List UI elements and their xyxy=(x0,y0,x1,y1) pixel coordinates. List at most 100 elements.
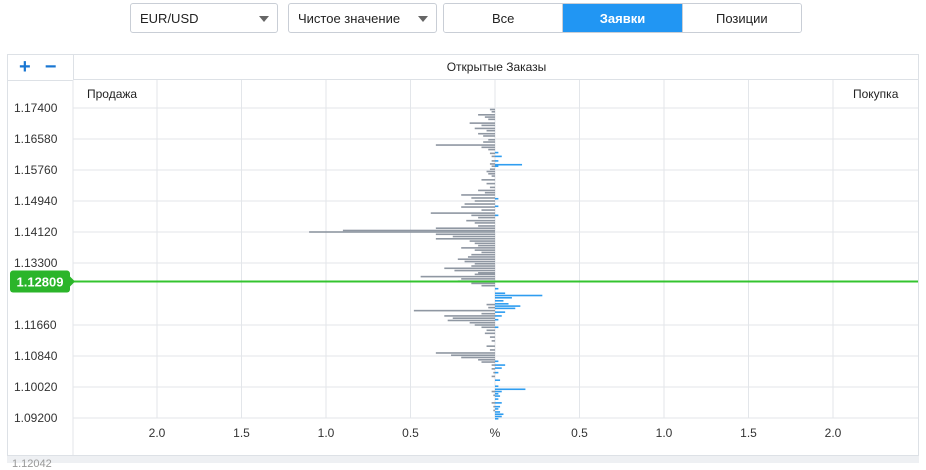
x-tick-label: 1.5 xyxy=(740,426,757,440)
sell-bar xyxy=(491,155,495,158)
sell-bar xyxy=(451,354,495,357)
buy-bar xyxy=(495,155,502,158)
sell-bar xyxy=(461,206,495,208)
sell-bar xyxy=(488,172,495,175)
sell-bar xyxy=(486,182,495,185)
buy-bar xyxy=(495,292,506,295)
sell-bar xyxy=(481,209,495,211)
sell-bar xyxy=(481,146,495,149)
sell-bar xyxy=(491,402,495,404)
sell-bar xyxy=(474,242,495,245)
sell-bar xyxy=(478,358,495,361)
buy-bar xyxy=(495,405,501,408)
sell-bar xyxy=(464,260,495,263)
order-book-chart[interactable]: 1.17400 1.16580 1.15760 1.14940 1.14120 1.133… xyxy=(0,0,926,463)
sell-bar xyxy=(493,394,495,397)
buy-bar xyxy=(495,294,543,297)
y-tick-label: 1.13300 xyxy=(14,256,58,270)
buy-bar xyxy=(495,205,499,208)
sell-bar xyxy=(489,168,495,171)
sell-bar xyxy=(484,116,495,118)
sell-bar xyxy=(491,364,495,366)
x-tick-label: 1.0 xyxy=(318,426,335,440)
footer-strip xyxy=(7,455,919,463)
y-tick-label: 1.09200 xyxy=(14,411,58,425)
sell-bar xyxy=(478,216,495,219)
sell-bar xyxy=(478,272,495,274)
sell-bar xyxy=(430,212,495,214)
sell-bar xyxy=(466,219,495,222)
sell-bar xyxy=(471,214,495,217)
sell-bar xyxy=(488,118,495,121)
sell-bar xyxy=(461,356,495,359)
x-tick-label: 0.5 xyxy=(402,426,419,440)
sell-bar xyxy=(461,278,495,280)
buy-bar xyxy=(495,151,499,154)
sell-bar xyxy=(435,227,495,230)
sell-bar xyxy=(491,175,495,177)
current-price-label: 1.12809 xyxy=(17,275,64,290)
buy-bar xyxy=(495,408,499,410)
sell-bar xyxy=(435,238,495,240)
sell-bar xyxy=(474,273,495,276)
sell-bar xyxy=(444,315,495,317)
buy-bar xyxy=(495,371,499,374)
sell-bar xyxy=(491,160,495,162)
buy-bar xyxy=(495,214,499,217)
sell-bar xyxy=(489,186,495,189)
sell-bar xyxy=(483,141,495,143)
sell-bar xyxy=(481,326,495,329)
buy-bar xyxy=(495,318,499,321)
y-tick-label: 1.14940 xyxy=(14,194,58,208)
sell-bar xyxy=(478,225,495,227)
sell-bar xyxy=(471,282,495,285)
buy-bar xyxy=(495,413,504,416)
sell-bar xyxy=(481,284,495,287)
sell-bar xyxy=(484,191,495,194)
sell-bar xyxy=(471,197,495,199)
sell-bar xyxy=(447,319,495,322)
y-tick-label: 1.10020 xyxy=(14,380,58,394)
sell-bar xyxy=(474,262,495,265)
sell-bar xyxy=(488,148,495,151)
sell-bar xyxy=(491,390,495,393)
sell-bar xyxy=(481,251,495,254)
y-tick-label: 1.14120 xyxy=(14,225,58,239)
buy-bar xyxy=(495,379,501,381)
buy-bar xyxy=(495,287,499,290)
sell-bar xyxy=(454,269,495,272)
y-tick-label: 1.16580 xyxy=(14,132,58,146)
sell-bar xyxy=(489,349,495,351)
buy-bar xyxy=(495,411,501,413)
sell-bar xyxy=(486,329,495,332)
sell-bar xyxy=(478,132,495,135)
buy-bar xyxy=(495,367,502,369)
x-tick-label: 0.5 xyxy=(571,426,588,440)
sell-bar xyxy=(489,152,495,155)
sell-bar xyxy=(493,405,495,408)
sell-bar xyxy=(474,200,495,202)
sell-bar xyxy=(452,235,495,238)
sell-bar xyxy=(342,229,495,232)
buy-bar xyxy=(495,311,506,313)
sell-bar xyxy=(461,194,495,196)
sell-bar xyxy=(486,170,495,173)
sell-bar xyxy=(481,179,495,181)
sell-bar xyxy=(469,240,495,242)
sell-bar xyxy=(486,129,495,132)
buy-bar xyxy=(495,388,526,391)
sell-bar xyxy=(309,231,495,233)
buy-bar xyxy=(495,160,499,162)
sell-bar xyxy=(469,122,495,124)
sell-bar xyxy=(478,189,495,192)
sell-bar xyxy=(484,332,495,335)
buy-bar xyxy=(495,326,499,329)
buy-bar xyxy=(495,390,502,393)
buy-bar xyxy=(495,415,502,418)
sell-bar xyxy=(493,371,495,374)
buy-bar xyxy=(495,163,523,166)
sell-bar xyxy=(491,375,495,378)
sell-bar xyxy=(474,249,495,251)
sell-bar xyxy=(420,275,495,278)
sell-bar xyxy=(474,127,495,130)
